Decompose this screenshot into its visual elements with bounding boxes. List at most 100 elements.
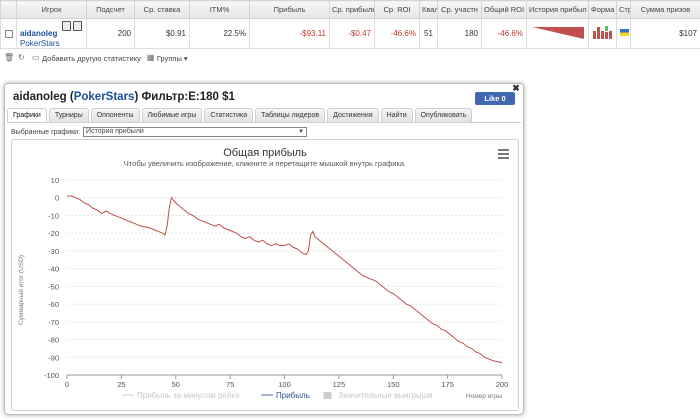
x-tick-label: 175 <box>441 380 454 389</box>
add-stats-button[interactable]: ▭ Добавить другую статистику <box>32 54 141 63</box>
dropdown-arrow-icon: ▼ <box>298 129 305 135</box>
header-profit[interactable]: Прибыль <box>249 0 330 19</box>
cell-country <box>616 18 631 49</box>
tab-find[interactable]: Найти <box>380 108 413 122</box>
x-tick-label: 100 <box>278 380 291 389</box>
tab-opponents[interactable]: Оппоненты <box>90 108 140 122</box>
chart-grid <box>66 179 503 379</box>
y-tick-label: -80 <box>48 336 59 345</box>
x-axis-ticks: 0 25 50 75 100 125 150 175 200 <box>65 380 508 389</box>
tab-favorite-games[interactable]: Любимые игры <box>141 108 203 122</box>
tab-tournaments[interactable]: Турниры <box>48 108 89 122</box>
cell-profit: -$93.11 <box>249 18 330 49</box>
y-tick-label: -40 <box>48 265 59 274</box>
header-profit-history[interactable]: История прибыл <box>526 0 589 19</box>
legend-item: Значительные выигрыши <box>339 391 433 400</box>
cell-total-roi: -46.6% <box>481 18 527 49</box>
notes-icon[interactable] <box>62 21 71 31</box>
y-tick-label: -50 <box>48 282 59 291</box>
chart-menu-icon[interactable] <box>496 148 510 160</box>
chart-container[interactable]: Общая прибыль Чтобы увеличить изображени… <box>11 139 519 411</box>
chart-select[interactable]: История прибыли ▼ <box>83 127 308 137</box>
header-player[interactable]: Игрок <box>16 0 87 19</box>
x-tick-label: 25 <box>117 380 125 389</box>
legend-item: Прибыль за минусом рейка <box>137 391 240 400</box>
table-header-row: Игрок Подсчет Ср. ставка ITM% Прибыль Ср… <box>0 0 700 19</box>
profit-line <box>67 195 503 364</box>
window-icon: ▭ <box>32 53 40 62</box>
header-checkbox <box>0 0 17 19</box>
chart-legend: Прибыль за минусом рейка Прибыль Значитель… <box>122 391 433 400</box>
x-axis-label: Номер игры <box>466 393 502 400</box>
cell-profit-history[interactable] <box>526 18 589 49</box>
groups-icon: ▦ <box>146 53 155 62</box>
tab-achievements[interactable]: Достижения <box>327 108 379 122</box>
popup-title-filter: Фильтр:E:180 $1 <box>141 91 235 103</box>
profit-history-sparkline <box>532 26 584 39</box>
cell-itm: 22.5% <box>189 18 250 49</box>
delete-icon[interactable]: 🗑 <box>4 54 14 62</box>
chart-selector-label: Выбранные графики: <box>11 128 81 136</box>
cell-avg-field: 180 <box>437 18 482 49</box>
groups-dropdown[interactable]: ▦ Группы ▾ <box>147 54 188 63</box>
cell-avg-profit: -$0.47 <box>329 18 375 49</box>
header-itm[interactable]: ITM% <box>189 0 250 19</box>
header-count[interactable]: Подсчет <box>86 0 135 19</box>
chart-selector: Выбранные графики: История прибыли ▼ <box>11 127 308 137</box>
row-checkbox[interactable] <box>4 29 13 38</box>
tab-leaderboards[interactable]: Таблицы лидеров <box>255 108 326 122</box>
player-icons <box>60 21 82 33</box>
x-tick-label: 75 <box>226 380 234 389</box>
facebook-like-button[interactable]: Like 0 <box>475 92 515 105</box>
header-country[interactable]: Стр <box>616 0 631 19</box>
form-bars <box>593 25 612 39</box>
y-tick-label: -20 <box>48 229 59 238</box>
popup-tabs: Графики Турниры Оппоненты Любимые игры С… <box>7 108 473 122</box>
table-toolbar: 🗑 ↻ ▭ Добавить другую статистику ▦ Групп… <box>0 50 700 66</box>
y-axis-ticks: 10 0 -10 -20 -30 -40 -50 -60 -70 -80 -90 -100 <box>44 176 59 380</box>
refresh-icon[interactable]: ↻ <box>18 54 26 62</box>
header-avg-stake[interactable]: Ср. ставка <box>134 0 190 19</box>
y-axis-label: Суммарный итог (USD) <box>17 255 25 325</box>
legend-item: Прибыль <box>276 391 310 400</box>
popup-title: aidanoleg (PokerStars) Фильтр:E:180 $1 <box>13 91 235 103</box>
player-cell: aidanoleg PokerStars <box>16 18 87 49</box>
profit-chart[interactable]: Общая прибыль Чтобы увеличить изображени… <box>12 140 518 410</box>
table-row: aidanoleg PokerStars 200 $0.91 22.5% -$9… <box>0 18 700 49</box>
cell-count: 200 <box>86 18 135 49</box>
header-prize-sum[interactable]: Сумма призов <box>630 0 700 19</box>
y-tick-label: -10 <box>48 211 59 220</box>
tab-charts[interactable]: Графики <box>7 108 47 122</box>
x-tick-label: 125 <box>333 380 346 389</box>
popup-title-site[interactable]: PokerStars <box>74 91 135 103</box>
header-total-roi[interactable]: Общий ROI <box>481 0 527 19</box>
cell-avg-stake: $0.91 <box>134 18 190 49</box>
y-tick-label: -100 <box>44 371 59 380</box>
y-tick-label: -60 <box>48 300 59 309</box>
tab-publish[interactable]: Опубликовать <box>414 108 473 122</box>
legend-marker <box>323 392 332 399</box>
header-avg-profit[interactable]: Ср. прибыль <box>329 0 375 19</box>
cell-qual: 51 <box>419 18 438 49</box>
player-popup: ✖ aidanoleg (PokerStars) Фильтр:E:180 $1… <box>4 83 524 415</box>
chart-series <box>67 195 503 364</box>
tab-divider <box>7 122 521 123</box>
x-tick-label: 150 <box>387 380 400 389</box>
y-tick-label: -70 <box>48 318 59 327</box>
chevron-down-icon: ▾ <box>183 53 188 63</box>
tab-statistics[interactable]: Статистика <box>204 108 254 122</box>
y-tick-label: 10 <box>51 176 59 185</box>
player-site-link[interactable]: PokerStars <box>20 39 83 48</box>
y-tick-label: -30 <box>48 247 59 256</box>
chart-title: Общая прибыль <box>223 147 307 159</box>
x-tick-label: 50 <box>172 380 180 389</box>
groups-label: Группы <box>156 53 182 63</box>
row-checkbox-cell[interactable] <box>0 18 17 49</box>
x-tick-label: 0 <box>65 380 69 389</box>
open-window-icon[interactable] <box>73 21 82 31</box>
header-avg-roi[interactable]: Ср. ROI <box>374 0 420 19</box>
header-form[interactable]: Форма <box>588 0 617 19</box>
header-qual[interactable]: Квал <box>419 0 438 19</box>
header-avg-field[interactable]: Ср. участн <box>437 0 482 19</box>
x-tick-label: 200 <box>496 380 509 389</box>
